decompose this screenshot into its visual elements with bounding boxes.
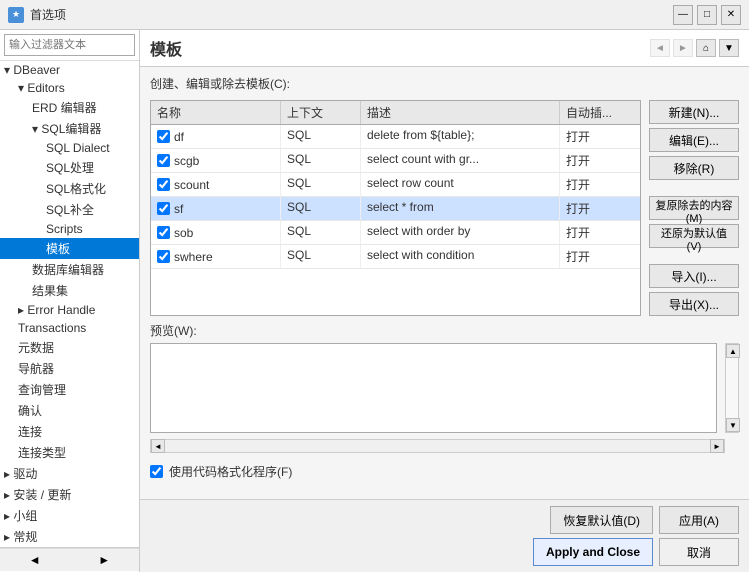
sidebar-item-confirm[interactable]: 确认 [0,400,139,421]
nav-back-button[interactable]: ◄ [650,39,670,57]
bottom-buttons-top: 恢复默认值(D) 应用(A) [150,506,739,534]
tree-container: ▾ DBeaver▾ Editors ERD 编辑器▾ SQL编辑器 SQL D… [0,61,139,547]
preview-label: 预览(W): [150,322,739,339]
row-checkbox-2[interactable] [157,178,170,191]
nav-menu-button[interactable]: ▼ [719,39,739,57]
sidebar-item-query-mgr[interactable]: 查询管理 [0,379,139,400]
sidebar-item-editors[interactable]: ▾ Editors [0,79,139,97]
cancel-button[interactable]: 取消 [659,538,739,566]
content-title: 模板 [150,36,182,60]
template-table: 名称 上下文 描述 自动插... dfSQLdelete from ${tabl… [150,100,641,316]
preview-scrollbar-v[interactable]: ▲ ▼ [725,343,739,433]
preview-scrollbar-h[interactable]: ◄ ► [150,439,725,453]
row-checkbox-5[interactable] [157,250,170,263]
remove-button[interactable]: 移除(R) [649,156,739,180]
apply-and-close-button[interactable]: Apply and Close [533,538,653,566]
preview-section: 预览(W): ▲ ▼ ◄ ► [150,322,739,453]
scroll-up-button[interactable]: ▲ [726,344,740,358]
title-bar: ★ 首选项 — □ ✕ [0,0,749,30]
col-auto: 自动插... [560,101,640,124]
row-checkbox-3[interactable] [157,202,170,215]
sidebar: ▾ DBeaver▾ Editors ERD 编辑器▾ SQL编辑器 SQL D… [0,30,140,572]
title-controls: — □ ✕ [673,5,741,25]
sidebar-item-erd[interactable]: ERD 编辑器 [0,97,139,118]
format-label: 使用代码格式化程序(F) [169,463,292,480]
format-checkbox[interactable] [150,465,163,478]
bottom-buttons-main: Apply and Close 取消 [150,538,739,566]
col-name: 名称 [151,101,281,124]
sidebar-item-metadata[interactable]: 元数据 [0,337,139,358]
sidebar-item-general[interactable]: ▸ 常规 [0,526,139,547]
nav-arrows: ◄ ► ⌂ ▼ [650,39,739,57]
scroll-down-button[interactable]: ▼ [726,418,740,432]
export-button[interactable]: 导出(X)... [649,292,739,316]
table-area: 名称 上下文 描述 自动插... dfSQLdelete from ${tabl… [150,100,739,316]
new-button[interactable]: 新建(N)... [649,100,739,124]
nav-forward-button[interactable]: ► [673,39,693,57]
sidebar-item-scripts[interactable]: Scripts [0,220,139,238]
nav-home-button[interactable]: ⌂ [696,39,716,57]
table-header: 名称 上下文 描述 自动插... [151,101,640,125]
app-icon: ★ [8,7,24,23]
bottom-bar: 恢复默认值(D) 应用(A) Apply and Close 取消 [140,499,749,572]
sidebar-item-connect-type[interactable]: 连接类型 [0,442,139,463]
content-header: 模板 ◄ ► ⌂ ▼ [140,30,749,67]
sidebar-item-sql-format[interactable]: SQL格式化 [0,178,139,199]
row-checkbox-1[interactable] [157,154,170,167]
col-desc: 描述 [361,101,560,124]
title-text: 首选项 [30,6,66,23]
col-context: 上下文 [281,101,361,124]
import-button[interactable]: 导入(I)... [649,264,739,288]
table-row[interactable]: scgbSQLselect count with gr...打开 [151,149,640,173]
table-row[interactable]: sfSQLselect * from打开 [151,197,640,221]
row-checkbox-0[interactable] [157,130,170,143]
sidebar-item-connect[interactable]: 连接 [0,421,139,442]
scroll-left-button[interactable]: ◄ [151,439,165,453]
sidebar-item-install-update[interactable]: ▸ 安装 / 更新 [0,484,139,505]
minimize-button[interactable]: — [673,5,693,25]
restore-default-button[interactable]: 还原为默认值(V) [649,224,739,248]
template-panel: 创建、编辑或除去模板(C): 名称 上下文 描述 自动插... dfSQLdel… [140,67,749,499]
table-row[interactable]: dfSQLdelete from ${table};打开 [151,125,640,149]
sidebar-item-navigator[interactable]: 导航器 [0,358,139,379]
table-row[interactable]: swhereSQLselect with condition打开 [151,245,640,269]
maximize-button[interactable]: □ [697,5,717,25]
edit-button[interactable]: 编辑(E)... [649,128,739,152]
sidebar-item-drivers[interactable]: ▸ 驱动 [0,463,139,484]
restore-button[interactable]: 复原除去的内容(M) [649,196,739,220]
table-label: 创建、编辑或除去模板(C): [150,75,739,92]
row-checkbox-4[interactable] [157,226,170,239]
sidebar-item-templates[interactable]: 模板 [0,238,139,259]
sidebar-scroll-bar: ◄ ► [0,547,139,571]
apply-button[interactable]: 应用(A) [659,506,739,534]
close-button[interactable]: ✕ [721,5,741,25]
sidebar-item-sql-dialect[interactable]: SQL Dialect [0,139,139,157]
content-panel: 模板 ◄ ► ⌂ ▼ 创建、编辑或除去模板(C): 名称 上下文 描述 自动插.… [140,30,749,572]
preview-area-wrapper: ▲ ▼ [150,343,739,433]
main-layout: ▾ DBeaver▾ Editors ERD 编辑器▾ SQL编辑器 SQL D… [0,30,749,572]
sidebar-item-transactions[interactable]: Transactions [0,319,139,337]
sidebar-scroll-right[interactable]: ► [70,548,140,571]
preview-area[interactable] [150,343,717,433]
sidebar-item-sql-editor[interactable]: ▾ SQL编辑器 [0,118,139,139]
table-row[interactable]: sobSQLselect with order by打开 [151,221,640,245]
scroll-right-button[interactable]: ► [710,439,724,453]
restore-defaults-button[interactable]: 恢复默认值(D) [550,506,653,534]
filter-input[interactable] [4,34,135,56]
sidebar-item-sql-processing[interactable]: SQL处理 [0,157,139,178]
sidebar-scroll-left[interactable]: ◄ [0,548,70,571]
sidebar-item-dbeaver[interactable]: ▾ DBeaver [0,61,139,79]
sidebar-item-groups[interactable]: ▸ 小组 [0,505,139,526]
checkbox-row: 使用代码格式化程序(F) [150,459,739,484]
sidebar-item-db-editor[interactable]: 数据库编辑器 [0,259,139,280]
sidebar-filter-area [0,30,139,61]
table-body: dfSQLdelete from ${table};打开scgbSQLselec… [151,125,640,269]
table-row[interactable]: scountSQLselect row count打开 [151,173,640,197]
side-buttons: 新建(N)... 编辑(E)... 移除(R) 复原除去的内容(M) 还原为默认… [649,100,739,316]
sidebar-item-error-handle[interactable]: ▸ Error Handle [0,301,139,319]
sidebar-item-sql-completion[interactable]: SQL补全 [0,199,139,220]
sidebar-item-results[interactable]: 结果集 [0,280,139,301]
